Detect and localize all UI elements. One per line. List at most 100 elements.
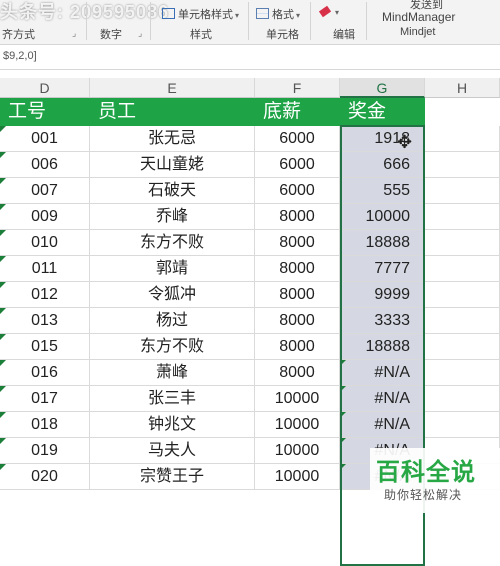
column-header-d[interactable]: D xyxy=(0,78,90,98)
cell-salary[interactable]: 8000 xyxy=(255,360,340,386)
cell-employee[interactable]: 乔峰 xyxy=(90,204,255,230)
cell-id[interactable]: 019 xyxy=(0,438,90,464)
cell-salary[interactable]: 6000 xyxy=(255,152,340,178)
cell-salary[interactable]: 8000 xyxy=(255,308,340,334)
column-header-e[interactable]: E xyxy=(90,78,255,98)
cell-employee[interactable]: 张三丰 xyxy=(90,386,255,412)
error-indicator-icon xyxy=(0,308,6,314)
cell-empty[interactable] xyxy=(425,152,500,178)
cell-bonus[interactable]: #N/A xyxy=(340,360,425,386)
cell-id[interactable]: 016 xyxy=(0,360,90,386)
column-header-g[interactable]: G xyxy=(340,78,425,98)
brand-title: 百科全说 xyxy=(376,459,476,486)
cell-empty[interactable] xyxy=(425,308,500,334)
cell-salary[interactable]: 8000 xyxy=(255,256,340,282)
cell-salary[interactable]: 6000 xyxy=(255,126,340,152)
cell-empty[interactable] xyxy=(425,230,500,256)
cell-employee[interactable]: 张无忌 xyxy=(90,126,255,152)
cell-employee[interactable]: 萧峰 xyxy=(90,360,255,386)
eraser-button[interactable]: ▾ xyxy=(318,5,340,18)
cell-salary[interactable]: 6000 xyxy=(255,178,340,204)
header-cell-id[interactable]: 工号 xyxy=(0,98,90,126)
cell-salary[interactable]: 10000 xyxy=(255,438,340,464)
mindmanager-button[interactable]: MindManager xyxy=(382,10,455,24)
chevron-down-icon: ▾ xyxy=(335,8,340,17)
cell-empty[interactable] xyxy=(425,256,500,282)
dialog-launcher-icon[interactable]: ⌟ xyxy=(138,28,142,39)
eraser-icon xyxy=(318,5,332,18)
cell-employee[interactable]: 东方不败 xyxy=(90,230,255,256)
cell-empty[interactable] xyxy=(425,282,500,308)
cell-bonus[interactable]: 9999 xyxy=(340,282,425,308)
cell-bonus[interactable]: 10000 xyxy=(340,204,425,230)
cell-employee[interactable]: 郭靖 xyxy=(90,256,255,282)
cell-bonus[interactable]: 555 xyxy=(340,178,425,204)
cell-empty[interactable] xyxy=(425,360,500,386)
cell-bonus[interactable]: 18888 xyxy=(340,334,425,360)
cell-id[interactable]: 001 xyxy=(0,126,90,152)
cell-style-button[interactable]: 单元格样式 ▾ xyxy=(162,6,239,22)
cell-bonus[interactable]: 7777 xyxy=(340,256,425,282)
error-indicator-icon xyxy=(0,282,6,288)
cell-employee[interactable]: 令狐冲 xyxy=(90,282,255,308)
cell-empty[interactable] xyxy=(425,178,500,204)
cell-id[interactable]: 017 xyxy=(0,386,90,412)
cell-bonus[interactable]: 1918 xyxy=(340,126,425,152)
cell-bonus[interactable]: 3333 xyxy=(340,308,425,334)
cell-employee[interactable]: 杨过 xyxy=(90,308,255,334)
error-indicator-icon xyxy=(0,438,6,444)
cell-id[interactable]: 009 xyxy=(0,204,90,230)
cell-bonus[interactable]: #N/A xyxy=(340,386,425,412)
header-cell-employee[interactable]: 员工 xyxy=(90,98,255,126)
cell-id[interactable]: 006 xyxy=(0,152,90,178)
error-indicator-icon xyxy=(340,464,346,470)
error-indicator-icon xyxy=(0,464,6,470)
chevron-down-icon: ▾ xyxy=(235,11,240,20)
cell-empty[interactable] xyxy=(425,334,500,360)
cell-salary[interactable]: 8000 xyxy=(255,230,340,256)
cell-salary[interactable]: 8000 xyxy=(255,334,340,360)
column-header-h[interactable]: H xyxy=(425,78,500,98)
error-indicator-icon xyxy=(340,438,346,444)
cell-id[interactable]: 007 xyxy=(0,178,90,204)
cell-id[interactable]: 011 xyxy=(0,256,90,282)
cell-id[interactable]: 013 xyxy=(0,308,90,334)
error-indicator-icon xyxy=(0,230,6,236)
cell-empty[interactable] xyxy=(425,386,500,412)
cell-bonus[interactable]: 18888 xyxy=(340,230,425,256)
cell-employee[interactable]: 钟兆文 xyxy=(90,412,255,438)
cell-bonus[interactable]: 666 xyxy=(340,152,425,178)
styles-group-label: 样式 xyxy=(190,29,212,41)
cell-empty[interactable] xyxy=(425,126,500,152)
alignment-group-label: 齐方式 xyxy=(2,29,35,41)
cell-id[interactable]: 010 xyxy=(0,230,90,256)
cell-salary[interactable]: 10000 xyxy=(255,464,340,490)
cell-bonus[interactable]: #N/A xyxy=(340,412,425,438)
column-header-f[interactable]: F xyxy=(255,78,340,98)
cell-employee[interactable]: 马夫人 xyxy=(90,438,255,464)
cell-employee[interactable]: 石破天 xyxy=(90,178,255,204)
cell-employee[interactable]: 宗赞王子 xyxy=(90,464,255,490)
cell-id[interactable]: 012 xyxy=(0,282,90,308)
header-cell-salary[interactable]: 底薪 xyxy=(255,98,340,126)
ribbon-separator xyxy=(150,2,151,40)
error-indicator-icon xyxy=(0,412,6,418)
format-label: 格式 xyxy=(272,9,294,21)
formula-bar[interactable]: $9,2,0] xyxy=(0,45,500,70)
cell-employee[interactable]: 东方不败 xyxy=(90,334,255,360)
cell-salary[interactable]: 8000 xyxy=(255,282,340,308)
ribbon-separator xyxy=(366,2,367,40)
cell-empty[interactable] xyxy=(425,412,500,438)
cell-salary[interactable]: 10000 xyxy=(255,412,340,438)
dialog-launcher-icon[interactable]: ⌟ xyxy=(72,28,76,39)
cell-salary[interactable]: 8000 xyxy=(255,204,340,230)
format-button[interactable]: 格式 ▾ xyxy=(256,6,300,22)
cell-id[interactable]: 020 xyxy=(0,464,90,490)
cell-salary[interactable]: 10000 xyxy=(255,386,340,412)
cell-id[interactable]: 018 xyxy=(0,412,90,438)
cell-employee[interactable]: 天山童姥 xyxy=(90,152,255,178)
cell-id[interactable]: 015 xyxy=(0,334,90,360)
header-cell-bonus[interactable]: 奖金 xyxy=(340,98,425,126)
cell-empty[interactable] xyxy=(425,204,500,230)
error-indicator-icon xyxy=(0,360,6,366)
